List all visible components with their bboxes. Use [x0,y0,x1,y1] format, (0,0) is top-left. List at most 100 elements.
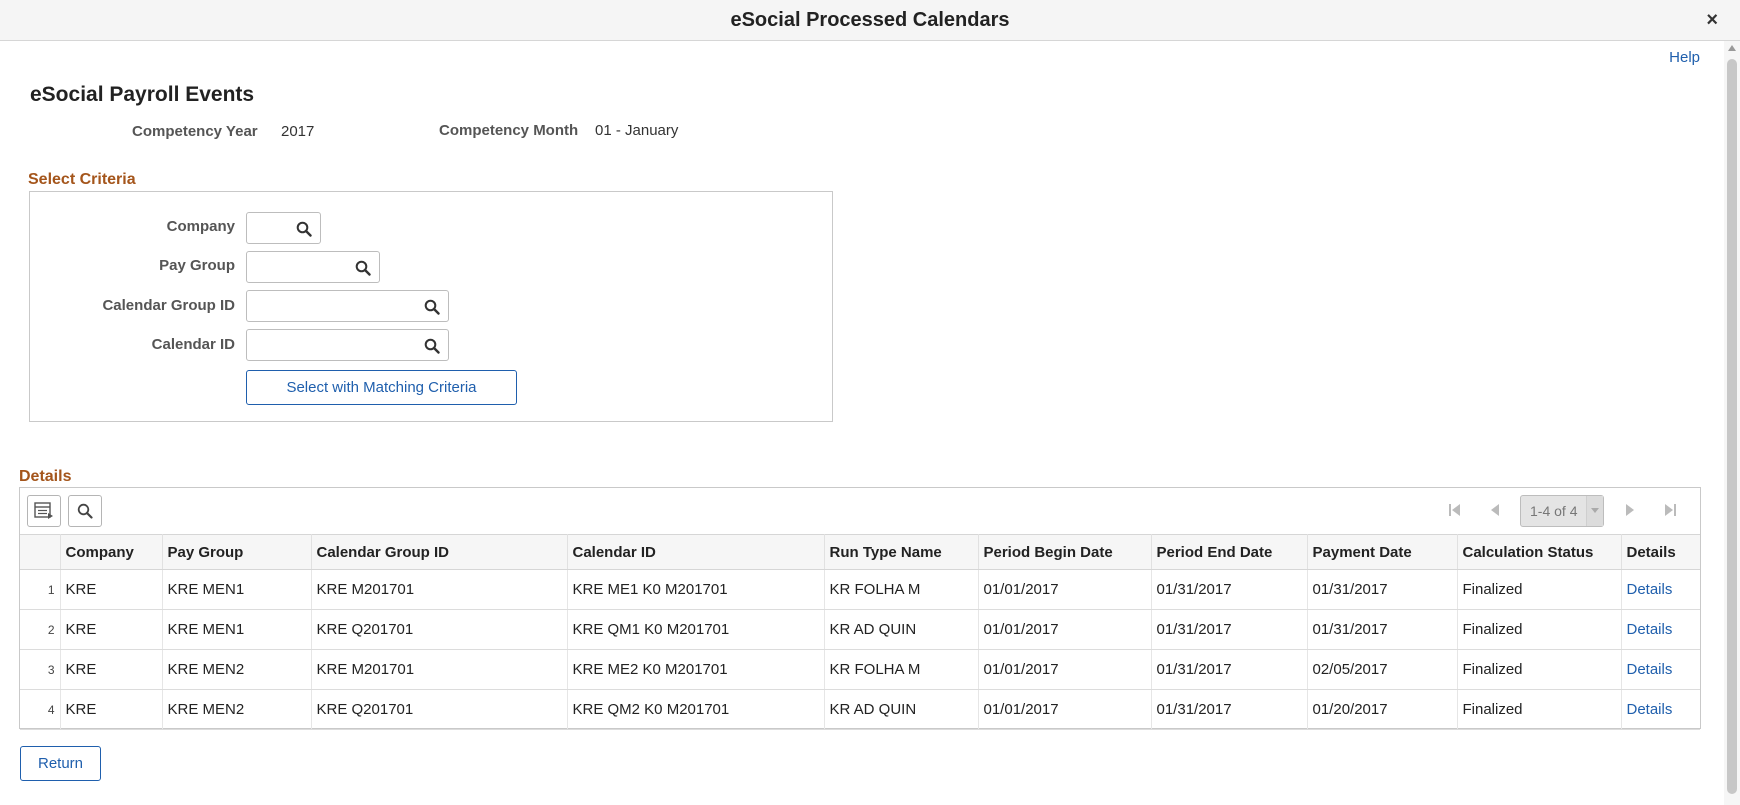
search-icon[interactable] [424,338,440,354]
page-title: eSocial Payroll Events [30,83,255,106]
calculation-status-cell: Finalized [1457,609,1622,650]
grid-settings-icon [34,502,53,519]
scrollbar-thumb[interactable] [1727,59,1737,794]
find-in-grid-button[interactable] [68,495,102,527]
run-type-name-cell: KR FOLHA M [824,649,979,690]
page-range-select[interactable]: 1-4 of 4 [1520,495,1604,527]
competency-month-value: 01 - January [595,122,679,139]
table-row: 1 KRE KRE MEN1 KRE M201701 KRE ME1 K0 M2… [20,569,1700,610]
pay-group-lookup [246,251,380,283]
period-end-date-cell: 01/31/2017 [1151,689,1308,730]
company-label: Company [166,218,235,235]
competency-month-label: Competency Month [439,122,579,139]
details-title: Details [19,468,72,485]
details-link[interactable]: Details [1621,649,1700,690]
calendar-group-id-input[interactable] [251,292,416,320]
calendar-id-label: Calendar ID [151,336,235,353]
column-header-pay-group: Pay Group [162,534,312,570]
run-type-name-cell: KR FOLHA M [824,569,979,610]
select-criteria-title: Select Criteria [28,171,136,188]
personalize-grid-button[interactable] [27,495,61,527]
column-header-company: Company [60,534,163,570]
payment-date-cell: 01/31/2017 [1307,609,1458,650]
table-row: 2 KRE KRE MEN1 KRE Q201701 KRE QM1 K0 M2… [20,609,1700,650]
calendar-group-id-lookup [246,290,449,322]
calculation-status-cell: Finalized [1457,569,1622,610]
column-header-calendar-id: Calendar ID [567,534,825,570]
calendar-id-cell: KRE ME1 K0 M201701 [567,569,825,610]
table-row: 4 KRE KRE MEN2 KRE Q201701 KRE QM2 K0 M2… [20,689,1700,730]
period-begin-date-cell: 01/01/2017 [978,569,1152,610]
previous-page-icon[interactable] [1486,501,1504,519]
select-with-matching-criteria-button[interactable]: Select with Matching Criteria [246,370,517,405]
competency-year-value: 2017 [281,123,315,140]
last-page-icon[interactable] [1661,501,1679,519]
table-header-row: Company Pay Group Calendar Group ID Cale… [20,534,1700,570]
payment-date-cell: 01/31/2017 [1307,569,1458,610]
competency-year-label: Competency Year [132,123,258,140]
row-number: 3 [20,649,61,690]
calendar-group-id-label: Calendar Group ID [102,297,235,314]
pay-group-cell: KRE MEN1 [162,609,312,650]
scroll-up-icon[interactable] [1728,45,1736,51]
calendar-group-id-cell: KRE M201701 [311,649,568,690]
period-begin-date-cell: 01/01/2017 [978,609,1152,650]
period-begin-date-cell: 01/01/2017 [978,649,1152,690]
modal-title: eSocial Processed Calendars [730,9,1010,31]
calendar-id-input[interactable] [251,331,416,359]
period-end-date-cell: 01/31/2017 [1151,569,1308,610]
column-header-period-end-date: Period End Date [1151,534,1308,570]
pay-group-cell: KRE MEN1 [162,569,312,610]
calendar-id-cell: KRE QM2 K0 M201701 [567,689,825,730]
run-type-name-cell: KR AD QUIN [824,609,979,650]
payment-date-cell: 01/20/2017 [1307,689,1458,730]
column-header-details: Details [1621,534,1700,570]
column-header-calculation-status: Calculation Status [1457,534,1622,570]
calculation-status-cell: Finalized [1457,649,1622,690]
details-table: Company Pay Group Calendar Group ID Cale… [20,534,1700,730]
table-row: 3 KRE KRE MEN2 KRE M201701 KRE ME2 K0 M2… [20,649,1700,690]
row-number: 2 [20,609,61,650]
company-cell: KRE [60,609,163,650]
column-header-payment-date: Payment Date [1307,534,1458,570]
period-end-date-cell: 01/31/2017 [1151,609,1308,650]
details-grid: 1-4 of 4 Company Pay Group Calendar Grou… [19,487,1701,730]
period-begin-date-cell: 01/01/2017 [978,689,1152,730]
search-icon[interactable] [355,260,371,276]
run-type-name-cell: KR AD QUIN [824,689,979,730]
calendar-group-id-cell: KRE M201701 [311,569,568,610]
search-icon[interactable] [424,299,440,315]
close-icon[interactable]: × [1706,0,1718,40]
pay-group-input[interactable] [251,253,347,281]
column-header-period-begin-date: Period Begin Date [978,534,1152,570]
payment-date-cell: 02/05/2017 [1307,649,1458,690]
company-cell: KRE [60,649,163,690]
calendar-group-id-cell: KRE Q201701 [311,689,568,730]
chevron-down-icon [1586,496,1603,526]
details-link[interactable]: Details [1621,609,1700,650]
calendar-id-cell: KRE ME2 K0 M201701 [567,649,825,690]
row-number: 1 [20,569,61,610]
calendar-id-cell: KRE QM1 K0 M201701 [567,609,825,650]
column-header-calendar-group-id: Calendar Group ID [311,534,568,570]
company-lookup [246,212,321,244]
details-link[interactable]: Details [1621,569,1700,610]
search-icon[interactable] [296,221,312,237]
help-link[interactable]: Help [1669,49,1700,66]
pay-group-cell: KRE MEN2 [162,649,312,690]
calendar-group-id-cell: KRE Q201701 [311,609,568,650]
next-page-icon[interactable] [1621,501,1639,519]
modal-title-bar: eSocial Processed Calendars × [0,0,1740,41]
first-page-icon[interactable] [1446,501,1464,519]
column-header [20,534,61,570]
search-icon [77,503,93,519]
return-button[interactable]: Return [20,746,101,781]
page-range-text: 1-4 of 4 [1530,503,1578,519]
company-cell: KRE [60,689,163,730]
vertical-scrollbar[interactable] [1724,41,1740,805]
company-input[interactable] [251,214,288,242]
pay-group-cell: KRE MEN2 [162,689,312,730]
period-end-date-cell: 01/31/2017 [1151,649,1308,690]
calculation-status-cell: Finalized [1457,689,1622,730]
details-link[interactable]: Details [1621,689,1700,730]
